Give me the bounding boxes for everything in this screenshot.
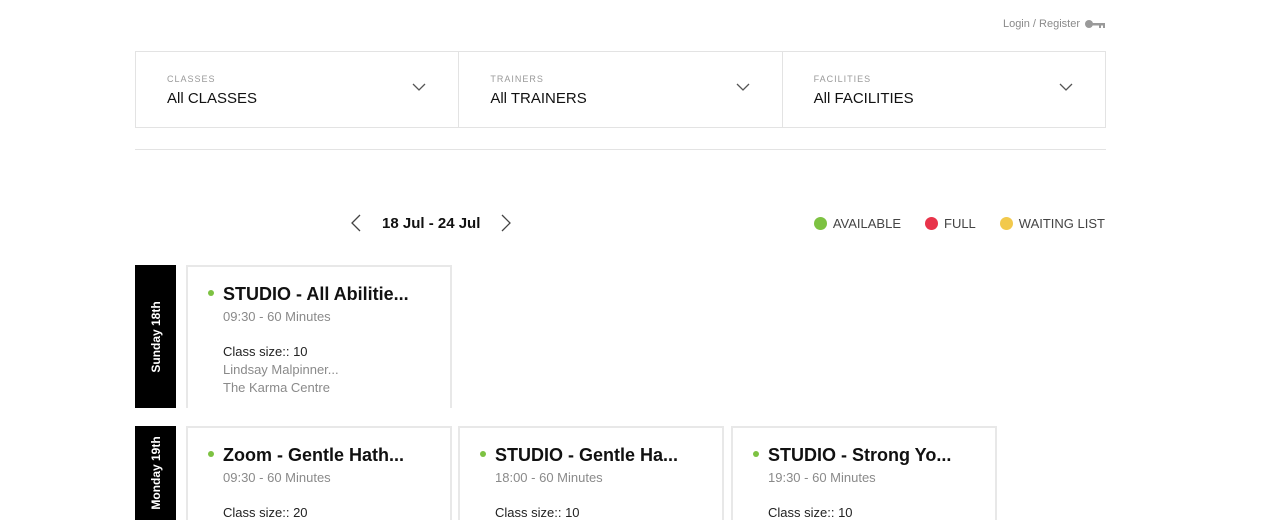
- class-title: STUDIO - Gentle Ha...: [495, 445, 679, 465]
- class-time: 19:30 - 60 Minutes: [768, 470, 876, 485]
- availability-legend: AVAILABLE FULL WAITING LIST: [813, 216, 1105, 231]
- class-venue: The Karma Centre: [223, 380, 330, 395]
- class-size: Class size:: 10: [768, 505, 853, 520]
- classes-filter-label: CLASSES: [167, 74, 216, 84]
- class-card[interactable]: STUDIO - Strong Yo... 19:30 - 60 Minutes…: [731, 426, 997, 520]
- chevron-right-icon: [501, 214, 512, 232]
- available-dot-icon: [813, 217, 827, 230]
- chevron-down-icon: [736, 83, 750, 91]
- legend-available: AVAILABLE: [813, 216, 901, 231]
- day-label: Monday 19th: [148, 436, 163, 510]
- next-week-button[interactable]: [500, 213, 512, 233]
- classes-filter-value: All CLASSES: [167, 90, 258, 107]
- class-title: Zoom - Gentle Hath...: [223, 445, 405, 465]
- class-time: 09:30 - 60 Minutes: [223, 309, 331, 324]
- class-time: 09:30 - 60 Minutes: [223, 470, 331, 485]
- chevron-left-icon: [351, 214, 361, 232]
- day-label-tab: Monday 19th: [135, 426, 176, 520]
- class-card[interactable]: STUDIO - Gentle Ha... 18:00 - 60 Minutes…: [458, 426, 724, 520]
- status-dot-icon: [480, 451, 486, 457]
- legend-full: FULL: [925, 216, 976, 231]
- class-card[interactable]: Zoom - Gentle Hath... 09:30 - 60 Minutes…: [186, 426, 452, 520]
- class-card[interactable]: STUDIO - All Abilitie... 09:30 - 60 Minu…: [186, 265, 452, 408]
- day-label-tab: Sunday 18th: [135, 265, 176, 408]
- facilities-filter-dropdown[interactable]: FACILITIES All FACILITIES: [783, 52, 1105, 127]
- status-dot-icon: [753, 451, 759, 457]
- day-label: Sunday 18th: [148, 300, 163, 373]
- class-size: Class size:: 10: [495, 505, 580, 520]
- login-register-link[interactable]: Login / Register: [1003, 18, 1106, 30]
- week-navigator: 18 Jul - 24 Jul: [350, 213, 512, 233]
- chevron-down-icon: [412, 83, 426, 91]
- classes-filter-dropdown[interactable]: CLASSES All CLASSES: [136, 52, 460, 127]
- facilities-filter-label: FACILITIES: [813, 74, 872, 84]
- week-range: 18 Jul - 24 Jul: [382, 214, 481, 232]
- status-dot-icon: [208, 290, 214, 296]
- filter-bar: CLASSES All CLASSES TRAINERS All TRAINER…: [135, 51, 1106, 128]
- trainers-filter-label: TRAINERS: [490, 74, 544, 84]
- login-register-label: Login / Register: [1002, 18, 1080, 30]
- legend-full-label: FULL: [944, 216, 976, 231]
- facilities-filter-value: All FACILITIES: [813, 90, 914, 107]
- class-size: Class size:: 20: [223, 505, 308, 520]
- class-title: STUDIO - All Abilitie...: [223, 284, 409, 304]
- chevron-down-icon: [1059, 83, 1073, 91]
- trainers-filter-dropdown[interactable]: TRAINERS All TRAINERS: [459, 52, 783, 127]
- class-trainer: Lindsay Malpinner...: [223, 362, 339, 377]
- class-time: 18:00 - 60 Minutes: [495, 470, 603, 485]
- full-dot-icon: [925, 217, 938, 230]
- legend-waiting-list: WAITING LIST: [999, 216, 1105, 231]
- legend-waiting-list-label: WAITING LIST: [1018, 216, 1105, 231]
- trainers-filter-value: All TRAINERS: [490, 90, 587, 107]
- key-icon: [1085, 20, 1105, 28]
- day-row-sunday: Sunday 18th STUDIO - All Abilitie... 09:…: [135, 265, 455, 408]
- status-dot-icon: [208, 451, 214, 457]
- divider: [135, 149, 1106, 150]
- class-size: Class size:: 10: [223, 344, 308, 359]
- waiting-list-dot-icon: [999, 217, 1013, 230]
- prev-week-button[interactable]: [350, 213, 362, 233]
- day-row-monday: Monday 19th Zoom - Gentle Hath... 09:30 …: [135, 426, 1005, 520]
- legend-available-label: AVAILABLE: [832, 216, 901, 231]
- class-title: STUDIO - Strong Yo...: [768, 445, 952, 465]
